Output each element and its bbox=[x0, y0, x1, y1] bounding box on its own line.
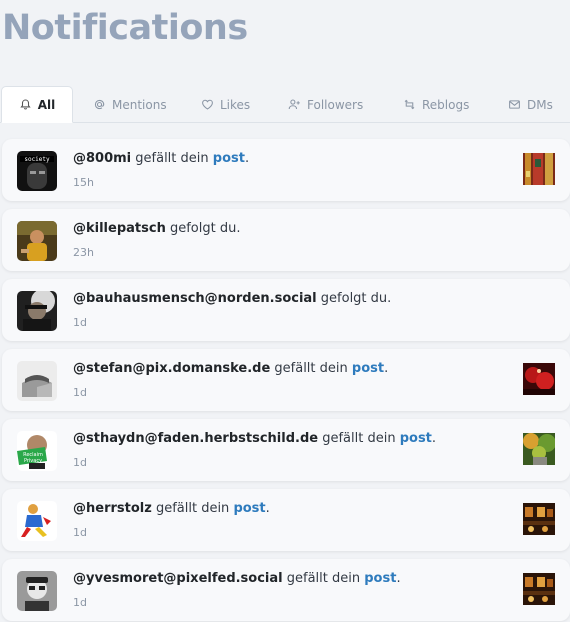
notification-item[interactable]: @yvesmoret@pixelfed.social gefällt dein … bbox=[2, 559, 570, 621]
notification-tabs: All Mentions Likes Followers Reblogs DMs bbox=[0, 86, 570, 123]
bell-icon bbox=[20, 99, 31, 110]
end-text: . bbox=[265, 501, 270, 516]
avatar[interactable] bbox=[17, 361, 57, 401]
notification-text: @800mi gefällt dein post. bbox=[73, 151, 249, 166]
action-text: gefällt dein bbox=[282, 571, 365, 586]
tab-reblogs[interactable]: Reblogs bbox=[403, 86, 469, 123]
tab-followers[interactable]: Followers bbox=[288, 86, 363, 123]
at-icon bbox=[94, 99, 105, 110]
tab-dms[interactable]: DMs bbox=[508, 86, 553, 123]
timestamp: 1d bbox=[73, 386, 87, 399]
avatar[interactable]: Reclaim Privacy bbox=[17, 431, 57, 471]
notification-item[interactable]: @killepatsch gefolgt du. 23h bbox=[2, 209, 570, 271]
heart-icon bbox=[202, 99, 213, 110]
avatar[interactable] bbox=[17, 571, 57, 611]
tab-mentions[interactable]: Mentions bbox=[93, 86, 167, 123]
notification-text: @bauhausmensch@norden.social gefolgt du. bbox=[73, 291, 391, 306]
tab-label: Likes bbox=[220, 97, 251, 112]
post-thumbnail[interactable] bbox=[523, 153, 555, 185]
end-text: . bbox=[431, 431, 437, 446]
retweet-icon bbox=[404, 99, 415, 110]
notification-text: @killepatsch gefolgt du. bbox=[73, 221, 240, 236]
post-link[interactable]: post bbox=[364, 571, 396, 586]
username-link[interactable]: @herrstolz bbox=[73, 501, 152, 516]
notification-text: @sthaydn@faden.herbstschild.de gefällt d… bbox=[73, 431, 436, 446]
username-link[interactable]: @bauhausmensch@norden.social bbox=[73, 291, 317, 306]
tab-label: DMs bbox=[527, 97, 553, 112]
action-text: gefällt dein bbox=[270, 361, 352, 376]
username-link[interactable]: @stefan@pix.domanske.de bbox=[73, 361, 270, 376]
envelope-icon bbox=[509, 100, 520, 109]
tab-all[interactable]: All bbox=[1, 86, 73, 123]
end-text: . bbox=[396, 571, 401, 586]
username-link[interactable]: @killepatsch bbox=[73, 221, 166, 236]
post-link[interactable]: post bbox=[233, 501, 265, 516]
post-link[interactable]: post bbox=[213, 151, 245, 166]
timestamp: 15h bbox=[73, 176, 94, 189]
end-text: . bbox=[384, 361, 389, 376]
username-link[interactable]: @yvesmoret@pixelfed.social bbox=[73, 571, 283, 586]
notification-item[interactable]: @stefan@pix.domanske.de gefällt dein pos… bbox=[2, 349, 570, 411]
notification-item[interactable]: @bauhausmensch@norden.social gefolgt du.… bbox=[2, 279, 570, 341]
tab-likes[interactable]: Likes bbox=[201, 86, 250, 123]
tab-label: Followers bbox=[307, 97, 364, 112]
post-link[interactable]: post bbox=[400, 431, 432, 446]
timestamp: 1d bbox=[73, 526, 87, 539]
action-text: gefolgt du. bbox=[316, 291, 392, 306]
post-thumbnail[interactable] bbox=[523, 363, 555, 395]
post-link[interactable]: post bbox=[352, 361, 384, 376]
action-text: gefällt dein bbox=[131, 151, 213, 166]
notification-item[interactable]: Reclaim Privacy @sthaydn@faden.herbstschi… bbox=[2, 419, 570, 481]
end-text: . bbox=[244, 151, 250, 166]
notification-item[interactable]: @herrstolz gefällt dein post. 1d bbox=[2, 489, 570, 551]
tab-label: Reblogs bbox=[422, 97, 470, 112]
action-text: gefällt dein bbox=[318, 431, 400, 446]
notification-text: @yvesmoret@pixelfed.social gefällt dein … bbox=[73, 571, 401, 586]
username-link[interactable]: @sthaydn@faden.herbstschild.de bbox=[73, 431, 318, 446]
action-text: gefällt dein bbox=[151, 501, 234, 516]
timestamp: 23h bbox=[73, 246, 94, 259]
notification-text: @stefan@pix.domanske.de gefällt dein pos… bbox=[73, 361, 388, 376]
action-text: gefolgt du. bbox=[165, 221, 241, 236]
avatar[interactable] bbox=[17, 501, 57, 541]
avatar[interactable]: society bbox=[17, 151, 57, 191]
notification-item[interactable]: society @800mi gefällt dein post. 15h bbox=[2, 139, 570, 201]
avatar-text: society bbox=[24, 156, 50, 163]
avatar[interactable] bbox=[17, 221, 57, 261]
timestamp: 1d bbox=[73, 596, 87, 609]
notification-text: @herrstolz gefällt dein post. bbox=[73, 501, 270, 516]
post-thumbnail[interactable] bbox=[523, 503, 555, 535]
timestamp: 1d bbox=[73, 316, 87, 329]
username-link[interactable]: @800mi bbox=[73, 151, 131, 166]
user-plus-icon bbox=[288, 99, 300, 110]
post-thumbnail[interactable] bbox=[523, 573, 555, 605]
post-thumbnail[interactable] bbox=[523, 433, 555, 465]
page-title: Notifications bbox=[2, 8, 248, 48]
tab-label: All bbox=[37, 97, 56, 112]
avatar-text: Privacy bbox=[24, 458, 42, 464]
tab-label: Mentions bbox=[112, 97, 167, 112]
timestamp: 1d bbox=[73, 456, 87, 469]
avatar[interactable] bbox=[17, 291, 57, 331]
